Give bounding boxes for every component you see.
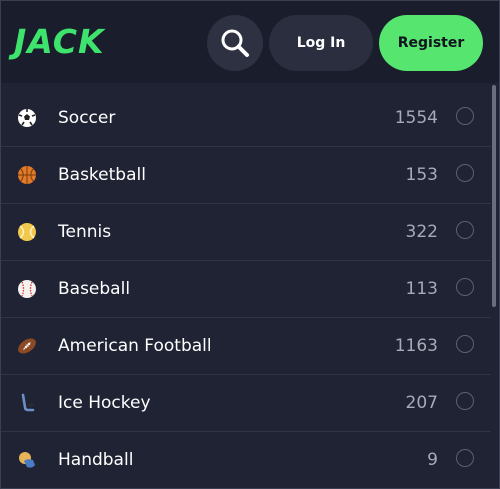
sport-row-tennis[interactable]: Tennis 322 — [1, 204, 491, 261]
soccer-ball-icon — [18, 109, 36, 127]
sport-row-ice-hockey[interactable]: Ice Hockey 207 — [1, 375, 491, 432]
sport-name: American Football — [58, 336, 212, 356]
select-radio[interactable] — [456, 392, 474, 410]
search-button[interactable] — [207, 15, 263, 71]
select-radio[interactable] — [456, 278, 474, 296]
sport-row-soccer[interactable]: Soccer 1554 — [1, 90, 491, 147]
sport-name: Baseball — [58, 279, 131, 299]
event-count: 207 — [405, 393, 438, 413]
sport-name: Tennis — [58, 222, 112, 242]
sport-row-baseball[interactable]: Baseball 113 — [1, 261, 491, 318]
select-radio[interactable] — [456, 335, 474, 353]
event-count: 153 — [405, 165, 438, 185]
top-header: JACK Log In Register — [1, 1, 499, 83]
select-radio[interactable] — [456, 449, 474, 467]
sport-name: Basketball — [58, 165, 146, 185]
sports-list: Soccer 1554 Basketball 153 Tennis 322 Ba… — [1, 90, 491, 488]
event-count: 1554 — [394, 108, 438, 128]
ice-hockey-icon — [21, 393, 35, 412]
american-football-icon — [18, 338, 36, 354]
search-icon — [221, 29, 249, 57]
sport-name: Ice Hockey — [58, 393, 151, 413]
handball-icon — [19, 452, 35, 468]
login-button[interactable]: Log In — [269, 15, 373, 71]
register-button[interactable]: Register — [379, 15, 483, 71]
jack-logo[interactable]: JACK — [14, 25, 105, 58]
tennis-ball-icon — [18, 223, 36, 241]
event-count: 1163 — [394, 336, 438, 356]
sport-name: Handball — [58, 450, 134, 470]
list-scrollbar[interactable] — [492, 85, 496, 307]
select-radio[interactable] — [456, 164, 474, 182]
app-frame: JACK Log In Register Soccer 1554 Basketb… — [0, 0, 500, 489]
select-radio[interactable] — [456, 221, 474, 239]
event-count: 9 — [427, 450, 438, 470]
basketball-icon — [18, 166, 36, 184]
event-count: 322 — [405, 222, 438, 242]
event-count: 113 — [405, 279, 438, 299]
baseball-icon — [18, 280, 36, 298]
sport-name: Soccer — [58, 108, 116, 128]
sport-row-handball[interactable]: Handball 9 — [1, 432, 491, 488]
select-radio[interactable] — [456, 107, 474, 125]
sport-row-basketball[interactable]: Basketball 153 — [1, 147, 491, 204]
sport-row-american-football[interactable]: American Football 1163 — [1, 318, 491, 375]
